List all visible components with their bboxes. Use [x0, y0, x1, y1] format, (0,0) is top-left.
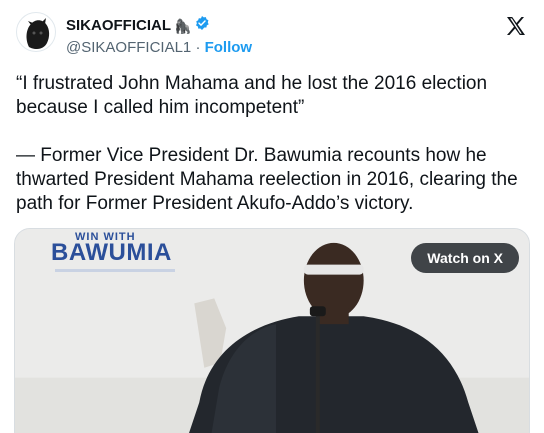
logo-underline	[55, 269, 175, 272]
handle-line: @SIKAOFFICIAL1 · Follow	[66, 38, 252, 58]
tweet-text: “I frustrated John Mahama and he lost th…	[16, 72, 528, 240]
author-display-name-row[interactable]: SIKAOFFICIAL 🦍	[66, 15, 252, 36]
watch-on-x-button[interactable]: Watch on X	[411, 243, 519, 273]
author-handle[interactable]: @SIKAOFFICIAL1	[66, 39, 191, 56]
author-info: SIKAOFFICIAL 🦍 @SIKAOFFICIAL1 · Follow	[66, 15, 252, 58]
video-media[interactable]: WIN WITH BAWUMIA Watch on X	[14, 228, 530, 433]
verified-badge-icon	[194, 15, 210, 36]
separator-dot: ·	[195, 39, 201, 56]
gorilla-emoji: 🦍	[174, 17, 192, 34]
avatar[interactable]	[16, 12, 56, 52]
x-logo-icon[interactable]	[504, 14, 528, 38]
tweet-quote: “I frustrated John Mahama and he lost th…	[16, 73, 488, 118]
logo-bawumia: BAWUMIA	[51, 239, 172, 266]
author-display-name[interactable]: SIKAOFFICIAL	[66, 17, 171, 35]
follow-button[interactable]: Follow	[205, 39, 253, 56]
tweet-header: SIKAOFFICIAL 🦍 @SIKAOFFICIAL1 · Follow	[16, 12, 528, 60]
tweet-body: — Former Vice President Dr. Bawumia reco…	[16, 145, 518, 214]
